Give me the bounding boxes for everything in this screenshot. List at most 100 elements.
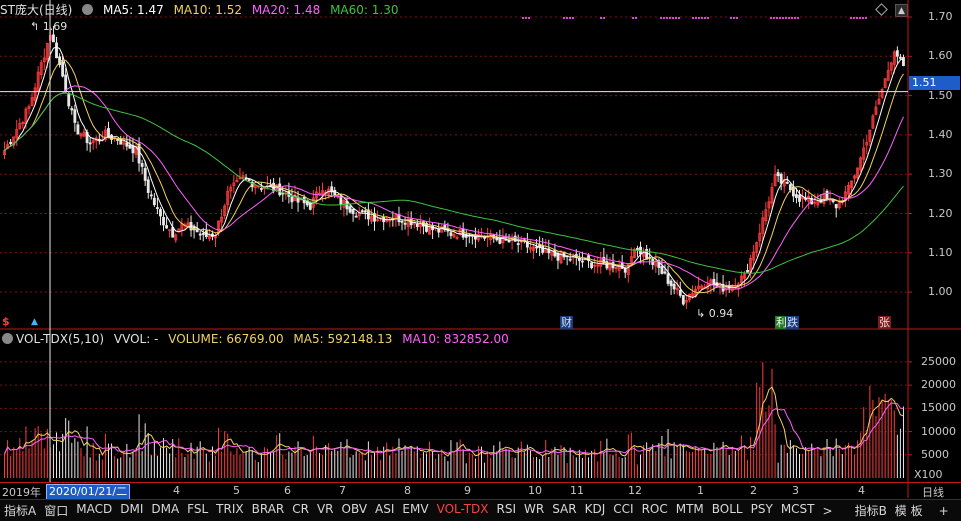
candle-body	[364, 211, 366, 212]
candle-body	[777, 173, 779, 176]
candle-body	[74, 110, 76, 123]
tab-rsi[interactable]: RSI	[493, 502, 521, 519]
candle-body	[499, 239, 501, 243]
candle-body	[153, 198, 155, 204]
candle-body	[68, 93, 70, 106]
candle-body	[401, 221, 403, 222]
ma5-line	[5, 47, 904, 297]
tab-asi[interactable]: ASI	[371, 502, 398, 519]
period-label[interactable]: 日线	[922, 484, 944, 500]
tab-more-button[interactable]: >	[819, 504, 837, 518]
signal-dot	[779, 17, 781, 19]
candle-body	[172, 228, 174, 238]
volume-ma10-value: MA10: 832852.00	[402, 332, 509, 346]
signal-dot	[850, 17, 852, 19]
candle-body	[346, 201, 348, 209]
rise-marker[interactable]: 张	[878, 316, 891, 329]
price-tick-label: 1.40	[928, 128, 953, 141]
candle-body	[536, 247, 538, 248]
candlestick-chart[interactable]	[0, 0, 961, 520]
month-label: 12	[628, 484, 642, 497]
candle-body	[260, 188, 262, 189]
candle-body	[199, 234, 201, 235]
candle-body	[71, 109, 73, 110]
candle-body	[517, 244, 519, 245]
candle-body	[664, 272, 666, 273]
price-tick-label: 1.20	[928, 207, 953, 220]
price-tick-label: 1.00	[928, 285, 953, 298]
tab-kdj[interactable]: KDJ	[581, 502, 610, 519]
price-tick-label: 1.10	[928, 246, 953, 259]
tab-emv[interactable]: EMV	[398, 502, 432, 519]
tab-brar[interactable]: BRAR	[248, 502, 289, 519]
volume-indicator-name[interactable]: VOL-TDX(5,10)	[16, 332, 104, 346]
candle-body	[144, 168, 146, 180]
candle-body	[780, 174, 782, 183]
template-tab[interactable]: 模 板	[891, 502, 927, 519]
tab-sar[interactable]: SAR	[548, 502, 580, 519]
tab-dmi[interactable]: DMI	[116, 502, 147, 519]
tab-dma[interactable]: DMA	[147, 502, 183, 519]
month-label: 4	[858, 484, 865, 497]
signal-dot	[600, 17, 602, 19]
candle-body	[55, 43, 57, 58]
candle-body	[62, 62, 64, 76]
candle-body	[484, 237, 486, 238]
volume-value: VOLUME: 66769.00	[168, 332, 283, 346]
volume-ma5-value: MA5: 592148.13	[293, 332, 392, 346]
signal-dot	[669, 17, 671, 19]
tab-psy[interactable]: PSY	[747, 502, 777, 519]
candle-body	[591, 263, 593, 268]
candle-body	[462, 230, 464, 238]
candle-body	[89, 143, 91, 144]
tab-cr[interactable]: CR	[288, 502, 313, 519]
signal-dot	[856, 17, 858, 19]
candle-body	[150, 195, 152, 196]
signal-dot	[776, 17, 778, 19]
tab-mtm[interactable]: MTM	[672, 502, 708, 519]
signal-dot	[730, 17, 732, 19]
tab-macd[interactable]: MACD	[72, 502, 116, 519]
candle-body	[673, 284, 675, 289]
candle-body	[826, 191, 828, 198]
drop-marker[interactable]: 跌	[786, 316, 799, 329]
volume-tick-label: 20000	[921, 378, 956, 391]
tab-roc[interactable]: ROC	[638, 502, 672, 519]
candle-body	[789, 185, 791, 190]
high-price-value: 1.69	[43, 20, 68, 33]
high-price-label: ↰ 1.69	[30, 20, 67, 33]
finance-marker[interactable]: 财	[560, 316, 573, 329]
signal-dot	[853, 17, 855, 19]
tab-fsl[interactable]: FSL	[183, 502, 212, 519]
candle-body	[291, 197, 293, 202]
indicator-b-tab[interactable]: 指标B	[851, 502, 891, 519]
event-arrow-marker[interactable]: ▲	[30, 316, 39, 329]
signal-dot	[603, 17, 605, 19]
tab-obv[interactable]: OBV	[338, 502, 372, 519]
month-label: 9	[464, 484, 471, 497]
tab-trix[interactable]: TRIX	[212, 502, 247, 519]
tab--a[interactable]: 指标A	[0, 502, 40, 519]
tab-mcst[interactable]: MCST	[777, 502, 819, 519]
tab--[interactable]: 窗口	[40, 502, 72, 519]
tab-wr[interactable]: WR	[520, 502, 548, 519]
signal-dot	[522, 17, 524, 19]
candle-body	[147, 180, 149, 193]
tab-boll[interactable]: BOLL	[708, 502, 747, 519]
month-label: 2	[750, 484, 757, 497]
signal-dot	[782, 17, 784, 19]
price-tick-label: 1.60	[928, 49, 953, 62]
signal-dot	[635, 17, 637, 19]
candle-body	[416, 224, 418, 226]
candle-body	[10, 142, 12, 143]
volume-settings-gear-icon[interactable]	[2, 333, 13, 344]
candle-body	[624, 269, 626, 273]
tab-cci[interactable]: CCI	[609, 502, 637, 519]
tab-vr[interactable]: VR	[313, 502, 338, 519]
tab-vol-tdx[interactable]: VOL-TDX	[433, 502, 493, 519]
month-label: 4	[173, 484, 180, 497]
dividend-marker[interactable]: $	[1, 315, 11, 328]
low-price-label: ↳ 0.94	[696, 307, 733, 320]
signal-dot	[862, 17, 864, 19]
zoom-in-button[interactable]: +	[935, 504, 953, 518]
